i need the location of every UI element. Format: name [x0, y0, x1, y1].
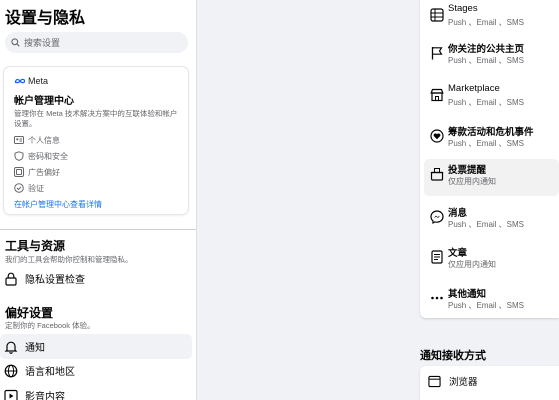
search-input[interactable]: 搜索设置 [5, 32, 188, 53]
accounts-item-label: 广告偏好 [28, 167, 60, 177]
notif-channels: Push 、Email 、SMS [448, 98, 525, 107]
notif-row-voting-reminders[interactable]: 投票提醒 仅应用内通知 [424, 159, 559, 196]
person-card-icon [14, 136, 24, 144]
notif-row-fundraisers[interactable]: 筹款活动和危机事件 Push 、Email 、SMS [424, 121, 559, 158]
receive-method-label: 浏览器 [449, 377, 478, 388]
tools-section-title: 工具与资源 [5, 239, 66, 253]
meta-logo-text: Meta [28, 76, 49, 86]
accounts-item-ad-preferences[interactable]: 广告偏好 [14, 164, 178, 180]
accounts-item-label: 个人信息 [28, 135, 60, 145]
accounts-center-link[interactable]: 在帐户管理中心查看详情 [14, 199, 178, 210]
accounts-item-label: 验证 [28, 183, 44, 193]
accounts-item-verification[interactable]: 验证 [14, 180, 178, 196]
accounts-item-personal-info[interactable]: 个人信息 [14, 132, 178, 148]
sidebar-item-label: 影音内容 [25, 392, 65, 400]
accounts-item-label: 密码和安全 [28, 151, 68, 161]
search-icon [11, 38, 20, 47]
notif-row-stages[interactable]: Stages Push 、Email 、SMS [424, 0, 559, 37]
search-placeholder: 搜索设置 [24, 38, 61, 48]
notif-channels: 仅应用内通知 [448, 177, 496, 186]
notif-title: 筹款活动和危机事件 [448, 127, 534, 138]
notif-row-articles[interactable]: 文章 仅应用内通知 [424, 242, 559, 279]
sidebar-item-media[interactable]: 影音内容 [0, 383, 192, 400]
notif-title: 消息 [448, 208, 468, 219]
sidebar-item-notifications[interactable]: 通知 [0, 334, 192, 359]
notif-channels: Push 、Email 、SMS [448, 56, 525, 65]
sidebar-item-label: 隐私设置检查 [25, 275, 85, 286]
notif-title: Marketplace [448, 83, 500, 94]
notif-row-marketplace[interactable]: Marketplace Push 、Email 、SMS [424, 80, 559, 117]
accounts-center-card[interactable]: Meta 帐户管理中心 管理你在 Meta 技术解决方案中的互联体验和帐户设置。… [4, 67, 188, 214]
accounts-center-description: 管理你在 Meta 技术解决方案中的互联体验和帐户设置。 [14, 109, 178, 128]
article-icon [431, 250, 443, 264]
notif-channels: Push 、Email 、SMS [448, 18, 525, 27]
ad-monitor-icon [14, 167, 24, 177]
meta-logo: Meta [14, 75, 178, 87]
sidebar-item-privacy-checkup[interactable]: 隐私设置检查 [0, 266, 192, 291]
globe-icon [4, 364, 18, 377]
check-circle-icon [14, 183, 24, 193]
settings-sidebar: 设置与隐私 搜索设置 Meta 帐户管理中心 管理你在 Meta 技术解决方案中… [0, 0, 197, 400]
lock-icon [5, 272, 17, 286]
notif-title: 其他通知 [448, 289, 487, 300]
bell-icon [4, 341, 18, 354]
notif-channels: 仅应用内通知 [448, 260, 496, 269]
tools-section-subtitle: 我们的工具会帮助你控制和管理隐私。 [5, 255, 133, 264]
preferences-section-subtitle: 定制你的 Facebook 体验。 [5, 321, 95, 330]
notif-row-followed-pages[interactable]: 你关注的公共主页 Push 、Email 、SMS [424, 38, 559, 75]
notif-title: 投票提醒 [448, 165, 487, 176]
sidebar-item-label: 语言和地区 [25, 367, 75, 378]
notif-channels: Push 、Email 、SMS [448, 301, 525, 310]
notification-categories-panel: Stages Push 、Email 、SMS 你关注的公共主页 Push 、E… [420, 0, 559, 318]
receive-methods-panel: 浏览器 [420, 366, 559, 400]
sidebar-divider [0, 229, 196, 230]
receive-method-browser[interactable]: 浏览器 [428, 374, 478, 388]
flag-icon [431, 47, 443, 60]
meta-infinity-icon [14, 78, 26, 84]
notif-channels: Push 、Email 、SMS [448, 139, 525, 148]
ballot-box-icon [430, 168, 444, 181]
sidebar-item-label: 通知 [25, 343, 45, 354]
notif-row-messages[interactable]: 消息 Push 、Email 、SMS [424, 202, 559, 239]
notif-title: Stages [448, 3, 478, 14]
shield-icon [14, 151, 24, 161]
accounts-center-title: 帐户管理中心 [14, 96, 74, 107]
preferences-section-title: 偏好设置 [5, 306, 54, 320]
shop-icon [430, 88, 444, 102]
more-dots-icon [431, 296, 443, 300]
fundraiser-icon [430, 129, 444, 143]
accounts-item-password-security[interactable]: 密码和安全 [14, 148, 178, 164]
stages-icon [430, 8, 444, 22]
receive-methods-title: 通知接收方式 [420, 350, 486, 362]
notif-channels: Push 、Email 、SMS [448, 220, 525, 229]
notif-title: 你关注的公共主页 [448, 44, 525, 55]
sidebar-title: 设置与隐私 [5, 10, 86, 27]
notif-title: 文章 [448, 248, 468, 259]
browser-window-icon [428, 375, 441, 387]
sidebar-item-language-region[interactable]: 语言和地区 [0, 358, 192, 383]
notif-row-other[interactable]: 其他通知 Push 、Email 、SMS [424, 283, 559, 320]
video-icon [4, 389, 18, 400]
messenger-icon [430, 210, 444, 224]
